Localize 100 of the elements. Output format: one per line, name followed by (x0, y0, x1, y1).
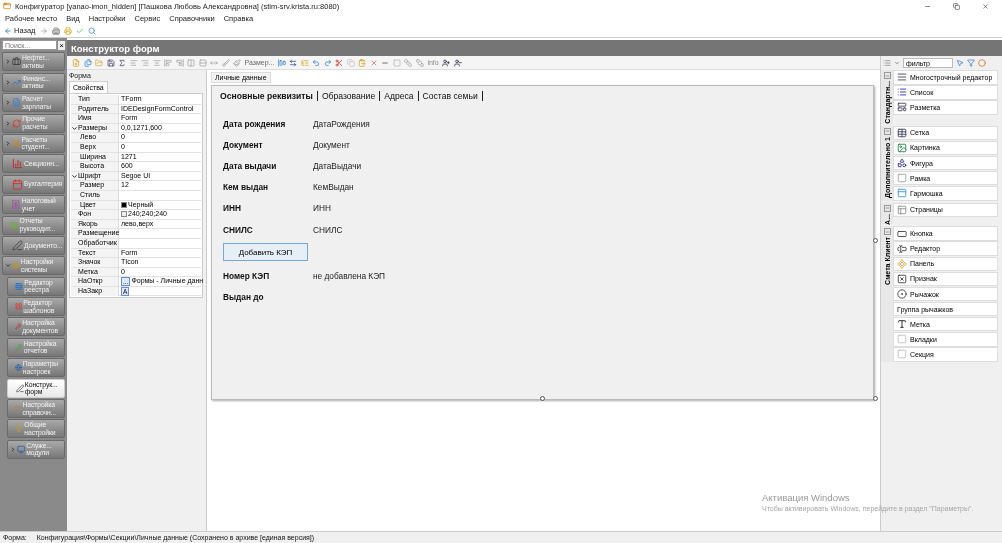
field-label: Номер КЭП (223, 270, 271, 281)
grid-icon[interactable] (15, 301, 23, 313)
resize-handle[interactable] (873, 396, 878, 401)
brush-icon[interactable] (221, 58, 230, 67)
checkbox-icon[interactable] (897, 273, 907, 284)
undo-icon[interactable] (312, 58, 321, 67)
chevron-down-icon[interactable] (5, 262, 11, 270)
field-label: Документ (223, 139, 264, 150)
new-file-icon[interactable] (72, 58, 80, 67)
accordion-icon[interactable] (897, 188, 907, 199)
copy-file-icon[interactable] (83, 58, 92, 67)
pointer-icon[interactable] (956, 59, 964, 67)
settings-icon[interactable] (12, 260, 20, 272)
resize-handle[interactable] (873, 238, 878, 243)
table-icon[interactable] (897, 127, 907, 138)
restore-icon[interactable] (953, 2, 960, 10)
minus-icon[interactable] (884, 128, 890, 135)
form-tab[interactable]: Образование (317, 91, 381, 101)
frame-icon[interactable] (897, 173, 907, 184)
pen-icon[interactable] (12, 239, 23, 251)
form-tab[interactable]: Основные реквизиты (216, 91, 318, 101)
bulb-icon[interactable] (15, 423, 24, 435)
pages-icon[interactable] (897, 204, 907, 215)
printer-icon[interactable] (63, 26, 72, 35)
layout-icon[interactable] (897, 102, 907, 113)
sigma-icon[interactable] (118, 58, 126, 67)
chevron-right-icon[interactable] (10, 445, 16, 453)
filter-icon[interactable] (967, 59, 975, 67)
folder-icon[interactable] (95, 58, 103, 67)
align-icon[interactable] (277, 58, 286, 67)
chevron-right-icon[interactable] (5, 58, 11, 66)
paste-icon[interactable] (358, 58, 367, 67)
shapes-icon[interactable] (897, 158, 907, 169)
search-icon[interactable] (87, 26, 96, 35)
input-icon[interactable] (897, 243, 907, 254)
grid-icon[interactable] (15, 280, 24, 292)
paint-icon[interactable] (233, 58, 241, 67)
chevron-down-icon[interactable] (71, 172, 78, 180)
pen-icon[interactable] (15, 382, 24, 394)
save-icon[interactable] (106, 58, 115, 67)
globe-icon[interactable] (14, 362, 22, 374)
chevron-down-icon[interactable] (71, 124, 78, 132)
space-icon[interactable] (210, 58, 218, 67)
check-icon[interactable] (75, 26, 84, 35)
align-right-icon[interactable] (141, 58, 149, 67)
close-button[interactable]: × (58, 40, 65, 50)
user-add-icon[interactable] (442, 58, 451, 67)
align-left-icon[interactable] (129, 58, 138, 67)
close-icon[interactable] (982, 2, 989, 10)
chevron-right-icon[interactable] (5, 139, 11, 147)
minus-icon[interactable] (884, 205, 890, 211)
calendar-icon[interactable] (12, 178, 23, 190)
wrench-icon[interactable] (14, 321, 22, 333)
receipt-icon[interactable] (11, 199, 21, 211)
wrench-icon[interactable] (15, 341, 23, 353)
cut-icon[interactable] (335, 58, 344, 67)
align-bottom-icon[interactable] (175, 58, 184, 67)
building-icon[interactable] (51, 26, 60, 35)
minus-icon[interactable] (884, 72, 890, 79)
add-kep-button[interactable]: Добавить КЭП (223, 243, 308, 262)
rows-icon[interactable] (198, 58, 207, 67)
form-tab[interactable]: Состав семьи (418, 91, 483, 101)
minus-icon[interactable] (884, 228, 890, 235)
image-icon[interactable] (897, 142, 907, 153)
briefcase-icon[interactable] (12, 56, 22, 68)
resize-handle[interactable] (540, 396, 545, 401)
field-label: ИНН (223, 203, 242, 214)
arrow-left-icon[interactable] (4, 26, 12, 35)
list-icon[interactable] (897, 87, 907, 98)
field-value: КемВыдан (313, 182, 355, 193)
align-center-icon[interactable] (152, 58, 161, 67)
swap-icon[interactable] (289, 58, 298, 67)
document-icon[interactable] (12, 97, 21, 109)
forward-icon[interactable] (39, 26, 48, 35)
refresh-icon[interactable] (12, 117, 22, 129)
text-lines-icon[interactable] (897, 72, 907, 83)
radio-icon[interactable] (897, 289, 907, 299)
redo-icon[interactable] (323, 58, 332, 67)
field-value: СНИЛС (313, 224, 344, 235)
field-label: Дата выдачи (223, 160, 278, 171)
align-top-icon[interactable] (164, 58, 172, 67)
field-value: ДатаРождения (313, 118, 371, 129)
header-title: Конструктор форм (71, 42, 160, 54)
list-icon[interactable] (883, 59, 891, 67)
form-tab[interactable]: Адреса (380, 91, 419, 101)
user-remove-icon[interactable] (453, 58, 462, 67)
button-shape-icon[interactable] (897, 228, 907, 239)
chevron-right-icon[interactable] (5, 119, 11, 127)
app-icon (3, 2, 11, 10)
columns-icon[interactable] (187, 58, 195, 67)
panel-icon[interactable] (897, 258, 907, 269)
bar-chart-icon[interactable] (12, 158, 23, 170)
people-icon[interactable] (12, 137, 21, 149)
monitor-icon[interactable] (17, 443, 26, 455)
delete-icon[interactable] (369, 58, 378, 67)
letter-icon[interactable] (897, 319, 907, 330)
chevron-right-icon[interactable] (5, 78, 11, 86)
square-icon[interactable] (392, 58, 401, 67)
field-label: Кем выдан (223, 182, 270, 193)
chevron-right-icon[interactable] (5, 99, 11, 107)
